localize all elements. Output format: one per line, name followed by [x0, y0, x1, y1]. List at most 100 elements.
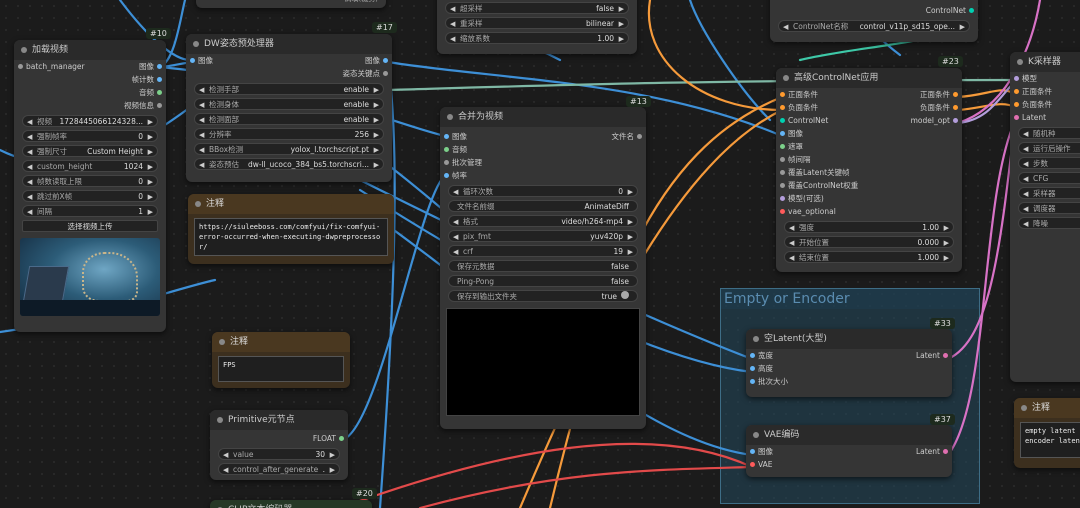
input-dot[interactable] [1014, 89, 1019, 94]
input-width[interactable]: 宽度 [746, 349, 849, 362]
input-image[interactable]: 图像 [746, 445, 849, 458]
input-vae[interactable]: VAE [746, 458, 952, 471]
input-controlnet[interactable]: ControlNet [776, 114, 869, 127]
input-batch-size[interactable]: 批次大小 [746, 375, 952, 388]
widget-detect-face[interactable]: ◀ 检测面部 enable ▶ [194, 113, 384, 125]
input-timestep-keyframe[interactable]: 帧间隔 [776, 153, 962, 166]
input-mask[interactable]: 遮罩 [776, 140, 962, 153]
input-dot[interactable] [780, 92, 785, 97]
note-title[interactable]: 注释 [212, 332, 350, 352]
widget-scale[interactable]: ◀ 缩放系数 1.00 ▶ [445, 32, 629, 44]
output-dot[interactable] [637, 134, 642, 139]
input-dot[interactable] [780, 131, 785, 136]
input-dot[interactable] [780, 105, 785, 110]
output-model-opt[interactable]: model_opt [869, 114, 962, 127]
input-batch-manager[interactable]: 批次管理 [440, 156, 646, 169]
output-image[interactable]: 图像 [14, 60, 166, 73]
output-controlnet[interactable]: ControlNet [770, 4, 978, 17]
toggle-ping-pong[interactable]: Ping-Pong false [448, 275, 638, 287]
output-video-info[interactable]: 视频信息 [14, 99, 166, 112]
widget-denoise[interactable]: ◀ 降噪 [1018, 217, 1080, 229]
input-dot[interactable] [780, 196, 785, 201]
output-frame-count[interactable]: 帧计数 [14, 73, 166, 86]
widget-force-rate[interactable]: ◀ 强制帧率 0 ▶ [22, 130, 158, 142]
output-image[interactable]: 图像 [289, 54, 392, 67]
input-dot[interactable] [444, 173, 449, 178]
output-dot[interactable] [943, 449, 948, 454]
input-dot[interactable] [780, 209, 785, 214]
output-dot[interactable] [383, 71, 388, 76]
widget-filename-prefix[interactable]: 文件名前缀 AnimateDiff [448, 200, 638, 212]
clip-text-encode-node[interactable]: CLIP文本编码器 [210, 500, 372, 508]
input-latent[interactable]: Latent [1010, 111, 1080, 124]
input-dot[interactable] [750, 353, 755, 358]
input-dot[interactable] [780, 144, 785, 149]
widget-control-after-generate[interactable]: ◀ 运行后操作 [1018, 142, 1080, 154]
note-node-latent[interactable]: 注释 empty latent -> encoder latent [1014, 398, 1080, 468]
widget-loop-count[interactable]: ◀ 循环次数 0 ▶ [448, 185, 638, 197]
output-dot[interactable] [953, 92, 958, 97]
input-audio[interactable]: 音频 [440, 143, 646, 156]
node-title[interactable]: Primitive元节点 [210, 410, 348, 430]
widget-frame-cap[interactable]: ◀ 帧数读取上限 0 ▶ [22, 175, 158, 187]
widget-bbox-detector[interactable]: ◀ BBox检测 yolox_l.torchscript.pt ▶ [194, 143, 384, 155]
input-dot[interactable] [780, 183, 785, 188]
output-dot[interactable] [157, 64, 162, 69]
input-model-optional[interactable]: 模型(可选) [776, 192, 962, 205]
output-dot[interactable] [953, 105, 958, 110]
upload-video-button[interactable]: 选择视频上传 [22, 220, 158, 232]
widget-interval[interactable]: ◀ 间隔 1 ▶ [22, 205, 158, 217]
note-text[interactable]: FPS [218, 356, 344, 382]
input-height[interactable]: 高度 [746, 362, 952, 375]
output-dot[interactable] [953, 118, 958, 123]
input-dot[interactable] [750, 366, 755, 371]
note-title[interactable]: 注释 [188, 194, 394, 214]
note-node-fps[interactable]: 注释 FPS [212, 332, 350, 388]
output-audio[interactable]: 音频 [14, 86, 166, 99]
toggle-save-metadata[interactable]: 保存元数据 false [448, 260, 638, 272]
input-dot[interactable] [1014, 76, 1019, 81]
widget-video[interactable]: ◀ 视频 1728445066124328... ▶ [22, 115, 158, 127]
note-text[interactable]: https://siuleeboss.com/comfyui/fix-comfy… [194, 218, 388, 256]
input-negative[interactable]: 负面条件 [776, 101, 869, 114]
output-dot[interactable] [157, 77, 162, 82]
input-dot[interactable] [190, 58, 195, 63]
input-dot[interactable] [780, 118, 785, 123]
input-image[interactable]: 图像 [186, 54, 289, 67]
input-dot[interactable] [444, 134, 449, 139]
output-dot[interactable] [339, 436, 344, 441]
widget-steps[interactable]: ◀ 步数 [1018, 157, 1080, 169]
load-video-node[interactable]: 加载视频 batch_manager 图像 帧计数 音频 视频信息 ◀ 视频 172… [14, 40, 166, 332]
input-dot[interactable] [750, 379, 755, 384]
widget-seed[interactable]: ◀ 随机种 [1018, 127, 1080, 139]
input-dot[interactable] [444, 147, 449, 152]
widget-skip-frames[interactable]: ◀ 跳过前X帧 0 ▶ [22, 190, 158, 202]
input-weights-override[interactable]: 覆盖ControlNet权重 [776, 179, 962, 192]
widget-value[interactable]: ◀ value 30 ▶ [218, 448, 340, 460]
output-float[interactable]: FLOAT [210, 432, 348, 445]
crop-node[interactable]: 满填(裁剪) [196, 0, 386, 8]
input-model[interactable]: 模型 [1010, 72, 1080, 85]
input-image[interactable]: 图像 [776, 127, 962, 140]
widget-upscale[interactable]: ◀ 超采样 false ▶ [445, 2, 629, 14]
widget-start-percent[interactable]: ◀ 开始位置 0.000 ▶ [784, 236, 954, 248]
widget-resample[interactable]: ◀ 重采样 bilinear ▶ [445, 17, 629, 29]
output-dot[interactable] [157, 103, 162, 108]
input-dot[interactable] [1014, 115, 1019, 120]
output-dot[interactable] [943, 353, 948, 358]
dw-pose-node[interactable]: DW姿态预处理器 图像 图像 姿态关键点 ◀ 检测手部 enable ▶ ◀ 检测身体 e… [186, 34, 392, 182]
toggle-on-icon[interactable] [621, 291, 629, 299]
input-dot[interactable] [750, 462, 755, 467]
input-frame-rate[interactable]: 帧率 [440, 169, 646, 182]
input-dot[interactable] [1014, 102, 1019, 107]
output-positive[interactable]: 正面条件 [869, 88, 962, 101]
node-title[interactable]: DW姿态预处理器 [186, 34, 392, 54]
ksampler-node[interactable]: K采样器 模型 正面条件 负面条件 Latent ◀ 随机种 ◀ 运行后操作 ◀ 步数… [1010, 52, 1080, 382]
widget-cfg[interactable]: ◀ CFG [1018, 172, 1080, 184]
input-dot[interactable] [780, 157, 785, 162]
widget-control-after-generate[interactable]: ◀ control_after_generate. ▶ [218, 463, 340, 475]
widget-controlnet-name[interactable]: ◀ ControlNet名称 control_v11p_sd15_ope... … [778, 20, 970, 32]
empty-latent-node[interactable]: 空Latent(大型) 宽度 Latent 高度 批次大小 [746, 329, 952, 397]
input-latent-keyframe-override[interactable]: 覆盖Latent关键帧 [776, 166, 962, 179]
output-negative[interactable]: 负面条件 [869, 101, 962, 114]
